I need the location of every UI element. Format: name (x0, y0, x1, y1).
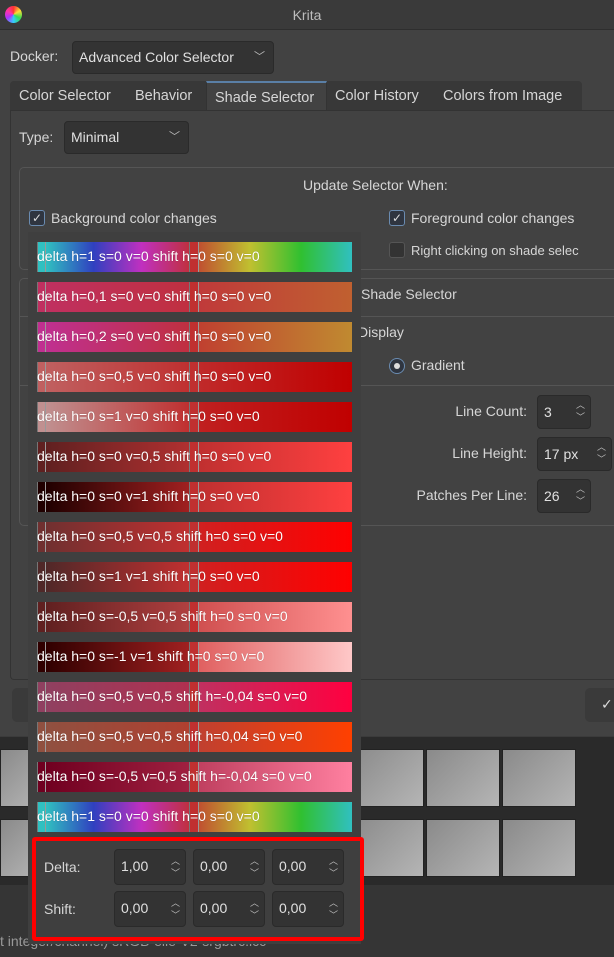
shift-value: 0,00 (200, 900, 228, 916)
shade-preset-item[interactable]: delta h=0 s=0,5 v=0,5 shift h=-0,04 s=0 … (37, 682, 352, 712)
spin-arrows-icon[interactable]: ︿ ﹀ (576, 483, 585, 507)
shade-preset-item[interactable]: delta h=0 s=0 v=1 shift h=0 s=0 v=0 (37, 482, 352, 512)
line-height-spinbox[interactable]: 17 px ︿ ﹀ (537, 437, 612, 471)
brush-preset-thumbnail[interactable] (350, 749, 424, 807)
spin-arrows-icon[interactable]: ︿ ﹀ (171, 897, 180, 921)
line-count-value: 3 (544, 404, 552, 420)
shade-preset-item[interactable]: delta h=0 s=-0,5 v=0,5 shift h=0 s=0 v=0 (37, 602, 352, 632)
preset-label: delta h=0 s=0,5 v=0 shift h=0 s=0 v=0 (37, 368, 272, 384)
brush-preset-thumbnail[interactable] (426, 819, 500, 877)
patches-label: Patches Per Line: (416, 487, 527, 503)
shift-spinbox[interactable]: 0,00 ︿ ﹀ (272, 891, 344, 927)
preset-label: delta h=0 s=-0,5 v=0,5 shift h=-0,04 s=0… (37, 768, 312, 784)
brush-preset-thumbnail[interactable] (502, 819, 576, 877)
update-title: Update Selector When: (303, 177, 448, 193)
docker-value: Advanced Color Selector (79, 49, 234, 65)
shift-value: 0,00 (279, 900, 307, 916)
shade-preset-item[interactable]: delta h=0,1 s=0 v=0 shift h=0 s=0 v=0 (37, 282, 352, 312)
shade-preset-item[interactable]: delta h=0 s=0,5 v=0,5 shift h=0 s=0 v=0 (37, 522, 352, 552)
preset-label: delta h=0 s=-0,5 v=0,5 shift h=0 s=0 v=0 (37, 608, 288, 624)
shade-title: Shade Selector (361, 286, 457, 302)
title-bar: Krita (0, 0, 614, 30)
line-height-label: Line Height: (452, 445, 527, 461)
shade-preset-item[interactable]: delta h=0 s=1 v=1 shift h=0 s=0 v=0 (37, 562, 352, 592)
docker-label: Docker: (10, 48, 59, 64)
preset-label: delta h=0 s=0 v=0,5 shift h=0 s=0 v=0 (37, 448, 272, 464)
docker-select[interactable]: Advanced Color Selector ﹀ (72, 41, 274, 74)
tab-colors-from-image[interactable]: Colors from Image (435, 81, 570, 111)
tab-behavior[interactable]: Behavior (127, 81, 200, 111)
foreground-label: Foreground color changes (411, 210, 575, 226)
spin-arrows-icon[interactable]: ︿ ﹀ (250, 855, 259, 879)
tab-shade-selector[interactable]: Shade Selector (206, 81, 327, 111)
delta-value: 1,00 (121, 858, 149, 874)
spin-arrows-icon[interactable]: ︿ ﹀ (329, 855, 338, 879)
delta-value: 0,00 (279, 858, 307, 874)
line-count-label: Line Count: (455, 403, 527, 419)
delta-spinbox[interactable]: 0,00 ︿ ﹀ (272, 849, 344, 885)
background-checkbox[interactable]: ✓ (29, 210, 45, 226)
preset-label: delta h=0 s=1 v=1 shift h=0 s=0 v=0 (37, 568, 260, 584)
background-label: Background color changes (51, 210, 217, 226)
shift-label: Shift: (44, 901, 76, 917)
check-icon: ✓ (601, 696, 613, 712)
spin-arrows-icon[interactable]: ︿ ﹀ (597, 441, 606, 465)
line-count-spinbox[interactable]: 3 ︿ ﹀ (537, 395, 591, 429)
shade-preset-item[interactable]: delta h=1 s=0 v=0 shift h=0 s=0 v=0 (37, 242, 352, 272)
shift-spinbox[interactable]: 0,00 ︿ ﹀ (114, 891, 186, 927)
ok-button[interactable]: ✓ (585, 688, 614, 722)
shade-preset-item[interactable]: delta h=0 s=1 v=0 shift h=0 s=0 v=0 (37, 402, 352, 432)
right-click-checkbox[interactable] (389, 242, 405, 258)
window-title: Krita (292, 7, 322, 23)
patches-value: 26 (544, 488, 560, 504)
spin-arrows-icon[interactable]: ︿ ﹀ (171, 855, 180, 879)
delta-label: Delta: (44, 859, 81, 875)
type-value: Minimal (71, 129, 120, 145)
preset-label: delta h=1 s=0 v=0 shift h=0 s=0 v=0 (37, 248, 260, 264)
right-click-label: Right clicking on shade selec (411, 243, 579, 258)
shade-preset-item[interactable]: delta h=0 s=-1 v=1 shift h=0 s=0 v=0 (37, 642, 352, 672)
brush-preset-thumbnail[interactable] (426, 749, 500, 807)
patches-spinbox[interactable]: 26 ︿ ﹀ (537, 479, 591, 513)
spin-arrows-icon[interactable]: ︿ ﹀ (329, 897, 338, 921)
display-label: Display (358, 324, 404, 340)
foreground-checkbox[interactable]: ✓ (389, 210, 405, 226)
chevron-down-icon: ﹀ (169, 131, 180, 143)
brush-preset-thumbnail[interactable] (502, 749, 576, 807)
delta-spinbox[interactable]: 0,00 ︿ ﹀ (193, 849, 265, 885)
preset-label: delta h=0,2 s=0 v=0 shift h=0 s=0 v=0 (37, 328, 272, 344)
shift-spinbox[interactable]: 0,00 ︿ ﹀ (193, 891, 265, 927)
preset-label: delta h=0 s=0,5 v=0,5 shift h=-0,04 s=0 … (37, 688, 308, 704)
shift-value: 0,00 (121, 900, 149, 916)
shade-preset-item[interactable]: delta h=0 s=0 v=0,5 shift h=0 s=0 v=0 (37, 442, 352, 472)
spin-arrows-icon[interactable]: ︿ ﹀ (576, 399, 585, 423)
type-label: Type: (19, 129, 54, 145)
gradient-label: Gradient (411, 357, 465, 373)
spin-arrows-icon[interactable]: ︿ ﹀ (250, 897, 259, 921)
tab-color-selector[interactable]: Color Selector (11, 81, 119, 111)
preset-label: delta h=0 s=-1 v=1 shift h=0 s=0 v=0 (37, 648, 265, 664)
line-height-value: 17 px (544, 446, 579, 462)
preset-label: delta h=0 s=0 v=1 shift h=0 s=0 v=0 (37, 488, 260, 504)
delta-spinbox[interactable]: 1,00 ︿ ﹀ (114, 849, 186, 885)
type-select[interactable]: Minimal ﹀ (64, 121, 189, 154)
tab-color-history[interactable]: Color History (327, 81, 427, 111)
preset-label: delta h=0 s=0,5 v=0,5 shift h=0,04 s=0 v… (37, 728, 303, 744)
preset-label: delta h=1 s=0 v=0 shift h=0 s=0 v=0 (37, 808, 260, 824)
shade-preset-item[interactable]: delta h=0 s=0,5 v=0,5 shift h=0,04 s=0 v… (37, 722, 352, 752)
shade-preset-item[interactable]: delta h=0 s=-0,5 v=0,5 shift h=-0,04 s=0… (37, 762, 352, 792)
preset-label: delta h=0,1 s=0 v=0 shift h=0 s=0 v=0 (37, 288, 272, 304)
preset-label: delta h=0 s=0,5 v=0,5 shift h=0 s=0 v=0 (37, 528, 283, 544)
shade-preset-item[interactable]: delta h=0 s=0,5 v=0 shift h=0 s=0 v=0 (37, 362, 352, 392)
gradient-radio[interactable] (389, 358, 405, 374)
chevron-down-icon: ﹀ (254, 51, 265, 63)
delta-shift-panel: Delta: Shift: 1,00 ︿ ﹀ 0,00 ︿ ﹀ 0,00 ︿ ﹀ 0,00 ︿ ﹀ 0,… (32, 837, 364, 941)
delta-value: 0,00 (200, 858, 228, 874)
shade-preset-item[interactable]: delta h=0,2 s=0 v=0 shift h=0 s=0 v=0 (37, 322, 352, 352)
shade-preset-item[interactable]: delta h=1 s=0 v=0 shift h=0 s=0 v=0 (37, 802, 352, 832)
preset-label: delta h=0 s=1 v=0 shift h=0 s=0 v=0 (37, 408, 260, 424)
